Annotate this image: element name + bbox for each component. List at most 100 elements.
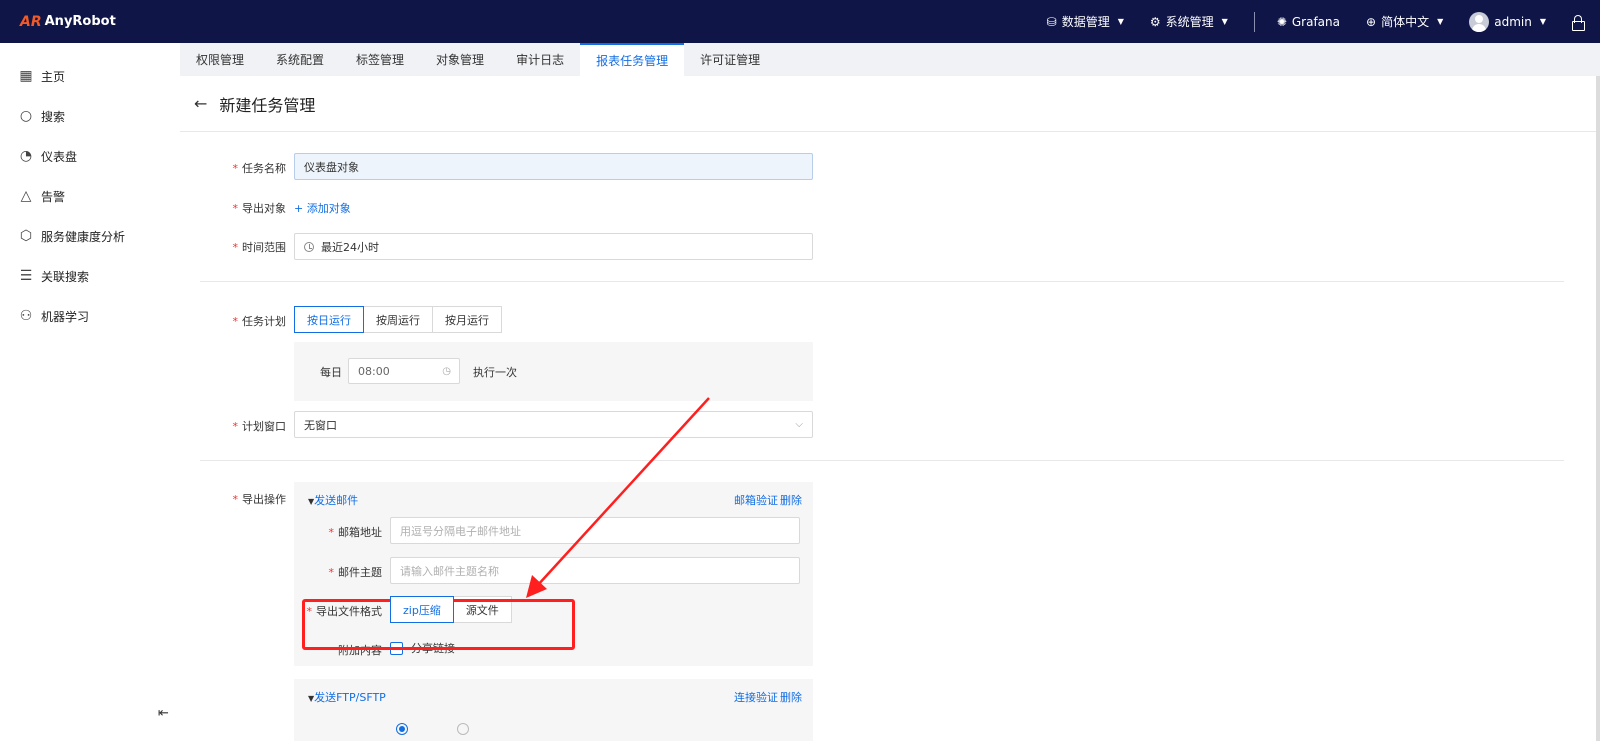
export-op-label: * 导出操作 bbox=[233, 491, 287, 507]
daily-suffix: 执行一次 bbox=[473, 366, 517, 379]
ftp-delete-link[interactable]: 删除 bbox=[780, 689, 802, 705]
email-section-toggle[interactable]: ▼发送邮件 bbox=[308, 492, 358, 508]
clock-icon: ◷ bbox=[442, 365, 451, 377]
tab-audit-log[interactable]: 审计日志 bbox=[500, 43, 580, 76]
protocol-radio-sftp[interactable] bbox=[396, 723, 408, 735]
email-section-title: 发送邮件 bbox=[314, 494, 359, 507]
user-name: admin bbox=[1494, 14, 1532, 29]
ml-icon: ⚇ bbox=[19, 308, 33, 324]
add-object-link[interactable]: + 添加对象 bbox=[294, 200, 351, 216]
tab-permissions[interactable]: 权限管理 bbox=[180, 43, 260, 76]
sidebar-item-alert[interactable]: △ 告警 bbox=[0, 176, 180, 216]
avatar bbox=[1469, 11, 1490, 32]
tab-objects[interactable]: 对象管理 bbox=[420, 43, 500, 76]
plan-daily-button[interactable]: 按日运行 bbox=[294, 306, 364, 333]
sidebar-item-home[interactable]: ▦ 主页 bbox=[0, 56, 180, 96]
section-divider bbox=[200, 281, 1564, 282]
sidebar-item-label: 告警 bbox=[41, 189, 66, 204]
cube-icon: ⬡ bbox=[19, 228, 33, 244]
sidebar-item-label: 机器学习 bbox=[41, 309, 90, 324]
lock-icon[interactable] bbox=[1572, 14, 1585, 31]
alert-icon: △ bbox=[20, 188, 32, 204]
user-menu[interactable]: admin ▼ bbox=[1469, 11, 1546, 32]
system-management-label: 系统管理 bbox=[1165, 15, 1214, 29]
data-management-menu[interactable]: ⛁ 数据管理 ▼ bbox=[1047, 13, 1124, 30]
tab-tags[interactable]: 标签管理 bbox=[340, 43, 420, 76]
ftp-section-title: 发送FTP/SFTP bbox=[314, 691, 386, 704]
related-search-icon: ☰ bbox=[19, 268, 33, 284]
email-subject-label: * 邮件主题 bbox=[329, 564, 383, 580]
email-address-label: * 邮箱地址 bbox=[329, 524, 383, 540]
protocol-radio-group bbox=[396, 723, 474, 735]
plan-window-label: * 计划窗口 bbox=[233, 418, 287, 434]
tab-report-tasks[interactable]: 报表任务管理 bbox=[580, 43, 685, 76]
tab-license[interactable]: 许可证管理 bbox=[684, 43, 776, 76]
required-mark: * bbox=[232, 202, 239, 215]
task-name-input[interactable]: 仪表盘对象 bbox=[294, 153, 813, 180]
format-zip-button[interactable]: zip压缩 bbox=[390, 596, 454, 623]
chevron-down-icon: ▼ bbox=[1539, 17, 1546, 26]
top-divider bbox=[1253, 11, 1255, 32]
sidebar-item-label: 搜索 bbox=[41, 109, 66, 124]
chevron-down-icon: ▼ bbox=[1117, 17, 1124, 26]
ftp-section-toggle[interactable]: ▼发送FTP/SFTP bbox=[308, 689, 386, 705]
sidebar: ▦ 主页 ○ 搜索 ◔ 仪表盘 △ 告警 ⬡ 服务健康度分析 ☰ 关联搜索 ⚇ … bbox=[0, 43, 180, 741]
required-mark: * bbox=[232, 241, 239, 254]
plan-window-label-text: 计划窗口 bbox=[242, 420, 286, 433]
grafana-label: Grafana bbox=[1291, 14, 1340, 29]
sidebar-item-search[interactable]: ○ 搜索 bbox=[0, 96, 180, 136]
plan-monthly-button[interactable]: 按月运行 bbox=[432, 306, 502, 333]
required-mark: * bbox=[328, 526, 335, 539]
protocol-radio-ftp[interactable] bbox=[457, 723, 469, 735]
task-plan-segmented: 按日运行 按周运行 按月运行 bbox=[294, 306, 502, 333]
plan-weekly-button[interactable]: 按周运行 bbox=[363, 306, 433, 333]
email-subject-input[interactable]: 请输入邮件主题名称 bbox=[390, 557, 800, 584]
time-range-label: * 时间范围 bbox=[233, 239, 287, 255]
sidebar-item-related-search[interactable]: ☰ 关联搜索 bbox=[0, 256, 180, 296]
chevron-down-icon: ▼ bbox=[1221, 17, 1228, 26]
tab-bar: 权限管理 系统配置 标签管理 对象管理 审计日志 报表任务管理 许可证管理 bbox=[180, 43, 1600, 76]
tab-system-config[interactable]: 系统配置 bbox=[260, 43, 340, 76]
app-logo[interactable]: AR AnyRobot bbox=[20, 14, 116, 30]
email-delete-link[interactable]: 删除 bbox=[780, 492, 802, 508]
required-mark: * bbox=[232, 420, 239, 433]
time-range-picker[interactable]: 最近24小时 bbox=[294, 233, 813, 260]
email-verify-link[interactable]: 邮箱验证 bbox=[734, 492, 778, 508]
required-mark: * bbox=[232, 315, 239, 328]
collapse-sidebar-icon[interactable]: ⇤ bbox=[158, 706, 169, 721]
dashboard-icon: ◔ bbox=[19, 148, 33, 164]
export-object-label-text: 导出对象 bbox=[242, 202, 286, 215]
scrollbar[interactable] bbox=[1596, 76, 1600, 741]
chevron-down-icon: ⌵ bbox=[795, 419, 803, 430]
required-mark: * bbox=[328, 566, 335, 579]
task-name-label: * 任务名称 bbox=[233, 160, 287, 176]
required-mark: * bbox=[232, 162, 239, 175]
connection-verify-link[interactable]: 连接验证 bbox=[734, 689, 778, 705]
time-range-label-text: 时间范围 bbox=[242, 241, 286, 254]
clock-icon bbox=[304, 241, 314, 252]
data-management-label: 数据管理 bbox=[1061, 15, 1110, 29]
task-plan-label: * 任务计划 bbox=[233, 313, 287, 329]
sidebar-item-label: 主页 bbox=[41, 69, 66, 84]
top-navigation-bar: AR AnyRobot ⛁ 数据管理 ▼ ⚙ 系统管理 ▼ ✺ Grafana … bbox=[0, 0, 1600, 43]
sidebar-item-service-health[interactable]: ⬡ 服务健康度分析 bbox=[0, 216, 180, 256]
grafana-link[interactable]: ✺ Grafana bbox=[1277, 15, 1340, 29]
page-header: ← 新建任务管理 bbox=[180, 76, 1596, 132]
email-subject-label-text: 邮件主题 bbox=[338, 566, 382, 579]
export-object-label: * 导出对象 bbox=[233, 200, 287, 216]
language-menu[interactable]: ⊕ 简体中文 ▼ bbox=[1366, 13, 1443, 30]
sidebar-item-dashboard[interactable]: ◔ 仪表盘 bbox=[0, 136, 180, 176]
sidebar-item-machine-learning[interactable]: ⚇ 机器学习 bbox=[0, 296, 180, 336]
email-address-input[interactable]: 用逗号分隔电子邮件地址 bbox=[390, 517, 800, 544]
plan-window-value: 无窗口 bbox=[304, 418, 337, 432]
gear-icon: ⚙ bbox=[1149, 14, 1161, 29]
task-name-label-text: 任务名称 bbox=[242, 162, 286, 175]
plan-window-select[interactable]: 无窗口 ⌵ bbox=[294, 411, 813, 438]
system-management-menu[interactable]: ⚙ 系统管理 ▼ bbox=[1150, 13, 1228, 30]
daily-label: 每日 bbox=[320, 366, 342, 379]
database-icon: ⛁ bbox=[1046, 14, 1057, 29]
back-arrow-icon[interactable]: ← bbox=[194, 94, 207, 113]
grid-icon: ▦ bbox=[19, 68, 33, 84]
ftp-panel: ▼发送FTP/SFTP 连接验证 删除 bbox=[294, 679, 813, 741]
daily-time-picker[interactable]: 08:00 ◷ bbox=[348, 358, 460, 384]
